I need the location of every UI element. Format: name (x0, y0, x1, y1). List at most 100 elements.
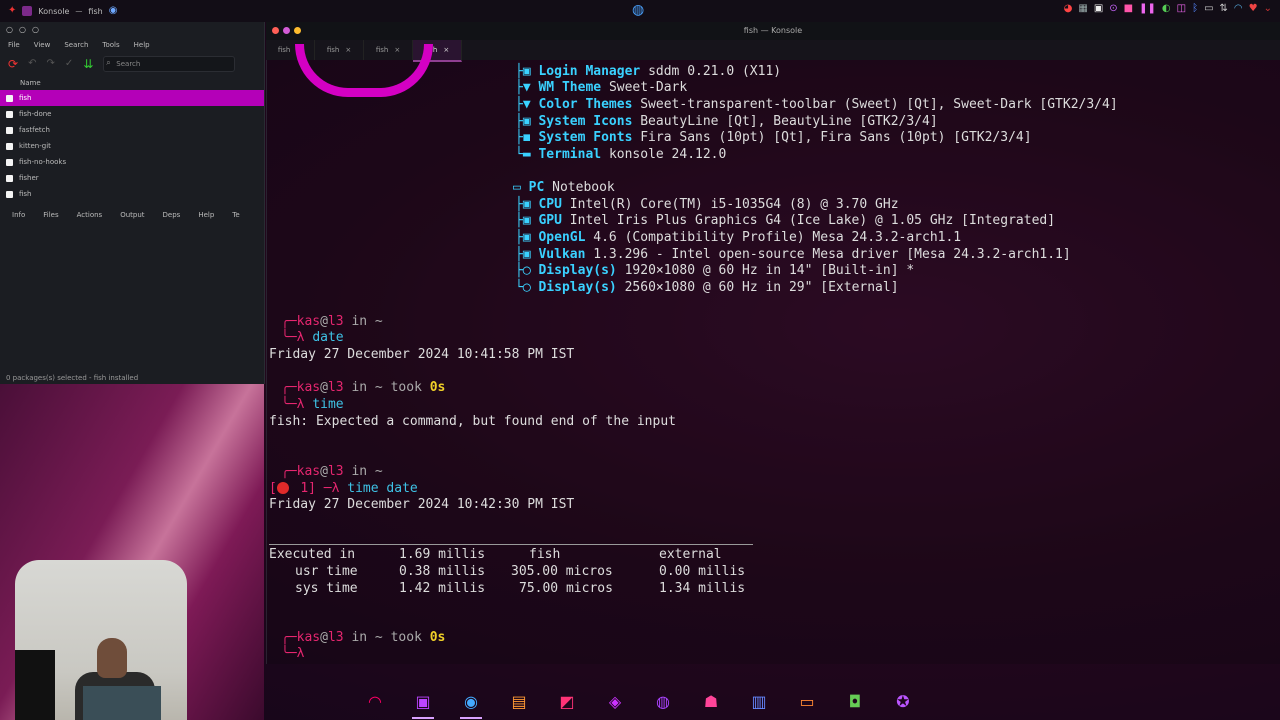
list-item[interactable]: fastfetch (0, 122, 264, 138)
discord-icon[interactable]: ▦ (1078, 4, 1087, 14)
tab-output[interactable]: Output (120, 211, 144, 219)
checkbox[interactable] (6, 142, 13, 150)
battery-icon[interactable]: ▭ (1204, 4, 1213, 14)
terminal-titlebar: fish — Konsole (266, 22, 1280, 40)
tree-branch-icon: ├▣ (515, 197, 539, 212)
package-name: kitten-git (19, 142, 51, 150)
konsole-icon (22, 6, 33, 16)
status-bar: 0 packages(s) selected - fish installed (6, 374, 139, 382)
monitor-icon[interactable]: ◩ (552, 686, 582, 716)
package-name: fish (19, 190, 32, 198)
active-window-title: fish (88, 6, 103, 16)
speedometer-icon[interactable]: ◠ (360, 686, 390, 716)
android-icon[interactable]: ◘ (840, 686, 870, 716)
pm-toolbar: ⟳ ↶ ↷ ✓ ⇊ ⌕ Search (0, 52, 264, 76)
screen-icon[interactable]: ⊙ (1109, 4, 1117, 14)
list-item[interactable]: fish-no-hooks (0, 154, 264, 170)
tab-files[interactable]: Files (43, 211, 58, 219)
checkbox[interactable] (6, 174, 13, 182)
checkbox[interactable] (6, 126, 13, 134)
app-launcher-icon[interactable]: ✦ (8, 6, 16, 16)
menu-help[interactable]: Help (134, 41, 150, 49)
list-item[interactable]: fish-done (0, 106, 264, 122)
menu-search[interactable]: Search (64, 41, 88, 49)
chrome-icon[interactable]: ◕ (1064, 4, 1073, 14)
list-item[interactable]: fish (0, 186, 264, 202)
command-output: fish: Expected a command, but found end … (269, 414, 676, 429)
pm-titlebar: ○ ○ ○ (0, 22, 264, 38)
bluetooth-icon[interactable]: ᛒ (1192, 4, 1198, 14)
checkbox[interactable] (6, 94, 13, 102)
browser-icon[interactable]: ◍ (648, 686, 678, 716)
refresh-icon[interactable]: ⟳ (8, 58, 18, 70)
network-icon[interactable]: ⇅ (1220, 4, 1228, 14)
sysinfo-line: ├▼ Color Themes Sweet-transparent-toolba… (515, 97, 1118, 112)
wifi-icon[interactable]: ◠ (1234, 4, 1243, 14)
app-icon[interactable]: ◈ (600, 686, 630, 716)
apply-icon[interactable]: ✓ (65, 59, 73, 69)
sysinfo-line: ├▣ Vulkan 1.3.296 - Intel open-source Me… (515, 247, 1071, 262)
table-row: 1.34 millis (659, 581, 746, 596)
minimize-icon[interactable]: ○ (19, 26, 26, 34)
chrome-icon[interactable]: ◉ (456, 686, 486, 719)
redo-icon[interactable]: ↷ (46, 59, 54, 69)
terminal-output[interactable]: ├▣ Login Manager sddm 0.21.0 (X11) ├▼ WM… (266, 44, 1280, 664)
checkbox[interactable] (6, 190, 13, 198)
search-input[interactable]: ⌕ Search (103, 56, 236, 72)
command-output: Friday 27 December 2024 10:41:58 PM IST (269, 347, 575, 362)
table-row: 75.00 micros (519, 581, 613, 596)
chevron-down-icon[interactable]: ⌄ (1264, 4, 1272, 14)
tab-label: fish (277, 46, 291, 54)
pause-icon[interactable]: ❚❚ (1139, 4, 1156, 14)
prompt-line: ╭─kas@l3 in ~ (281, 464, 383, 479)
tab-actions[interactable]: Actions (77, 211, 103, 219)
list-header[interactable]: Name (0, 76, 264, 90)
input-prompt[interactable]: ╰─λ (281, 646, 304, 662)
webcam-laptop (83, 686, 161, 720)
search-placeholder: Search (116, 60, 141, 68)
tree-branch-icon: ├▣ (515, 247, 539, 262)
tab-deps[interactable]: Deps (163, 211, 181, 219)
menu-tools[interactable]: Tools (102, 41, 119, 49)
menu-view[interactable]: View (34, 41, 51, 49)
checkbox[interactable] (6, 158, 13, 166)
notification-icon[interactable]: ♥ (1249, 4, 1258, 14)
close-icon[interactable]: × (443, 46, 449, 54)
music-icon[interactable]: ■ (1124, 4, 1133, 14)
list-item[interactable]: fisher (0, 170, 264, 186)
command-line: ╰─λ date (281, 330, 344, 345)
terminal-icon[interactable]: ▣ (408, 686, 438, 719)
maximize-icon[interactable]: ○ (32, 26, 39, 34)
globe-icon[interactable]: ◉ (109, 6, 118, 16)
undo-icon[interactable]: ↶ (28, 59, 36, 69)
volume-icon[interactable]: ◫ (1177, 4, 1186, 14)
package-list: fish fish-done fastfetch kitten-git fish… (0, 90, 264, 202)
activities-icon[interactable]: ◍ (632, 3, 644, 17)
tree-branch-icon: └◯ (515, 280, 539, 295)
music-icon[interactable]: ☗ (696, 686, 726, 716)
package-name: fish-done (19, 110, 52, 118)
list-item[interactable]: fish (0, 90, 264, 106)
webcam-overlay (15, 560, 187, 720)
editor-icon[interactable]: ▥ (744, 686, 774, 716)
folder-icon[interactable]: ▭ (792, 686, 822, 716)
checkbox[interactable] (6, 110, 13, 118)
sysinfo-line: ├▣ System Icons BeautyLine [Qt], BeautyL… (515, 114, 938, 129)
tab-info[interactable]: Info (12, 211, 25, 219)
sysinfo-line: ├▣ Login Manager sddm 0.21.0 (X11) (515, 64, 782, 79)
settings-icon[interactable]: ✪ (888, 686, 918, 716)
tab-help[interactable]: Help (198, 211, 214, 219)
files-icon[interactable]: ▤ (504, 686, 534, 716)
update-icon[interactable]: ⇊ (83, 58, 93, 70)
table-row: 0.00 millis (659, 564, 746, 579)
search-icon: ⌕ (106, 58, 111, 67)
play-icon[interactable]: ◐ (1162, 4, 1171, 14)
close-icon[interactable]: ○ (6, 26, 13, 34)
tab-terminal[interactable]: Te (232, 211, 239, 219)
webcam-person-head (97, 638, 127, 678)
pm-detail-tabs: Info Files Actions Output Deps Help Te (0, 206, 264, 224)
list-item[interactable]: kitten-git (0, 138, 264, 154)
menu-file[interactable]: File (8, 41, 20, 49)
terminal-icon[interactable]: ▣ (1094, 4, 1103, 14)
pm-menubar: File View Search Tools Help (0, 38, 264, 52)
